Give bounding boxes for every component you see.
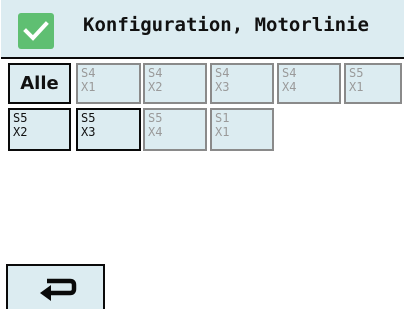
tile-alle-label: Alle bbox=[20, 73, 59, 94]
checkmark-icon[interactable] bbox=[18, 13, 54, 49]
tile-s1-x1[interactable]: S1 X1 bbox=[210, 108, 274, 151]
tile-line1: S4 bbox=[81, 66, 96, 80]
tile-line2: X3 bbox=[215, 80, 230, 94]
tile-line2: X1 bbox=[349, 80, 364, 94]
tile-line2: X3 bbox=[81, 125, 96, 139]
return-arrow-icon bbox=[40, 278, 77, 301]
tile-line2: X2 bbox=[148, 80, 163, 94]
screen: Konfiguration, Motorlinie Alle S4 X1 S4 … bbox=[1, 0, 404, 309]
tile-line2: X4 bbox=[148, 125, 163, 139]
tile-s5-x4[interactable]: S5 X4 bbox=[143, 108, 207, 151]
tile-line1: S4 bbox=[282, 66, 297, 80]
page-title: Konfiguration, Motorlinie bbox=[83, 14, 369, 36]
tile-line2: X1 bbox=[215, 125, 230, 139]
header-bar: Konfiguration, Motorlinie bbox=[1, 0, 404, 59]
tile-line1: S5 bbox=[81, 111, 96, 125]
tile-s5-x2[interactable]: S5 X2 bbox=[8, 108, 71, 151]
tile-s5-x3[interactable]: S5 X3 bbox=[76, 108, 141, 151]
tile-s4-x4[interactable]: S4 X4 bbox=[277, 63, 341, 104]
tile-s4-x3[interactable]: S4 X3 bbox=[210, 63, 274, 104]
tile-line2: X2 bbox=[13, 125, 28, 139]
tile-line1: S1 bbox=[215, 111, 230, 125]
tile-s4-x1[interactable]: S4 X1 bbox=[76, 63, 141, 104]
tile-s4-x2[interactable]: S4 X2 bbox=[143, 63, 207, 104]
tile-line1: S4 bbox=[215, 66, 230, 80]
tile-alle[interactable]: Alle bbox=[8, 63, 71, 104]
tile-line1: S5 bbox=[13, 111, 28, 125]
back-button[interactable] bbox=[6, 264, 105, 309]
tile-line1: S5 bbox=[349, 66, 364, 80]
tile-line2: X1 bbox=[81, 80, 96, 94]
tile-line2: X4 bbox=[282, 80, 297, 94]
tile-s5-x1[interactable]: S5 X1 bbox=[344, 63, 402, 104]
tile-line1: S5 bbox=[148, 111, 163, 125]
tile-line1: S4 bbox=[148, 66, 163, 80]
